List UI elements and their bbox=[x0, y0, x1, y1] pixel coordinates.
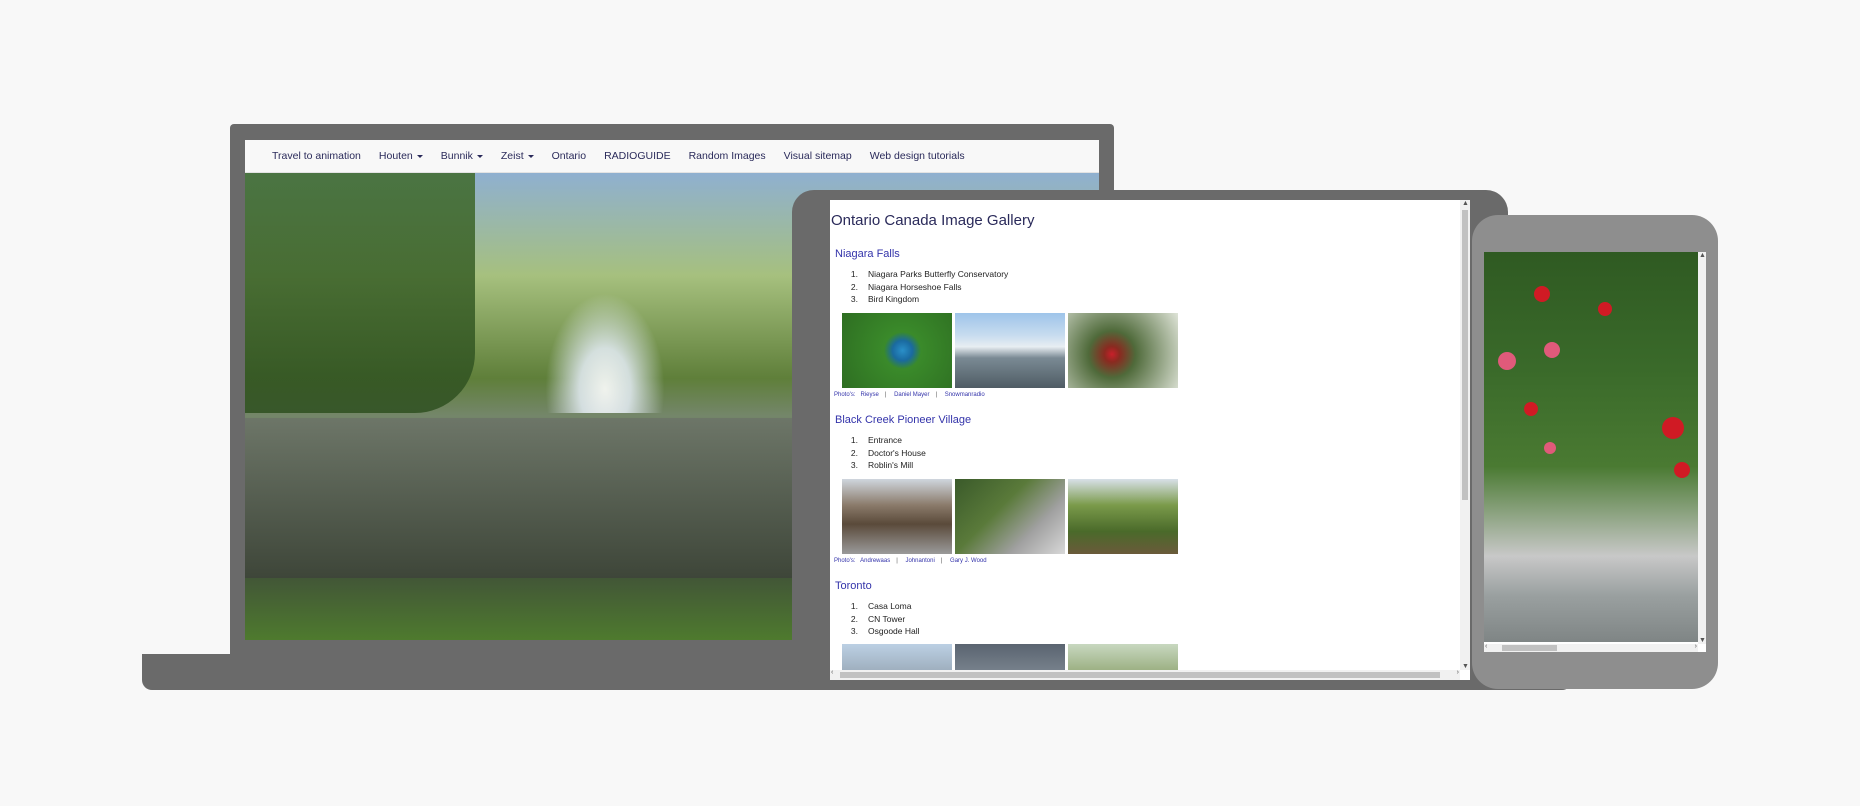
photo-credits: Photo's: Rieyse | Daniel Mayer | Snowmanra… bbox=[834, 392, 985, 398]
list-item: 3. Osgoode Hall bbox=[850, 626, 920, 636]
thumbnails-niagara bbox=[842, 313, 1178, 388]
thumbnail-horseshoe-falls[interactable] bbox=[955, 313, 1065, 388]
thumbnail-bird[interactable] bbox=[1068, 313, 1178, 388]
thumbnails-black-creek bbox=[842, 479, 1178, 554]
vertical-scrollbar[interactable]: ▲ ▼ bbox=[1698, 252, 1706, 644]
scroll-down-icon[interactable]: ▼ bbox=[1699, 637, 1706, 644]
list-item: 1. Niagara Parks Butterfly Conservatory bbox=[850, 269, 1009, 279]
nav-random-images[interactable]: Random Images bbox=[680, 150, 775, 162]
scroll-up-icon[interactable]: ▲ bbox=[1462, 200, 1469, 207]
navbar: Travel to animation Houten Bunnik Zeist … bbox=[245, 140, 1099, 173]
scroll-right-icon[interactable]: › bbox=[1695, 643, 1697, 650]
nav-ontario[interactable]: Ontario bbox=[543, 150, 595, 162]
list-toronto: 1. Casa Loma 2. CN Tower 3. Osgoode Hall bbox=[844, 600, 920, 638]
horizontal-scrollbar[interactable]: ‹ › bbox=[1484, 643, 1698, 652]
section-title-niagara-falls[interactable]: Niagara Falls bbox=[835, 248, 900, 260]
vertical-scrollbar[interactable]: ▲ ▼ bbox=[1460, 200, 1470, 670]
scroll-left-icon[interactable]: ‹ bbox=[831, 669, 833, 676]
phone-screen: ▲ ▼ ‹ › bbox=[1484, 252, 1706, 652]
fountain bbox=[545, 293, 665, 413]
credit-link[interactable]: Johnantoni bbox=[905, 558, 934, 564]
nav-web-design-tutorials[interactable]: Web design tutorials bbox=[861, 150, 974, 162]
caret-down-icon bbox=[476, 154, 483, 158]
thumbnail-entrance[interactable] bbox=[842, 479, 952, 554]
list-item: 3. Roblin's Mill bbox=[850, 460, 914, 470]
caret-down-icon bbox=[416, 154, 423, 158]
scroll-left-icon[interactable]: ‹ bbox=[1485, 643, 1487, 650]
nav-travel-to-animation[interactable]: Travel to animation bbox=[263, 150, 370, 162]
list-item: 2. CN Tower bbox=[850, 613, 906, 624]
tablet-screen: Ontario Canada Image Gallery Niagara Fal… bbox=[830, 200, 1470, 680]
scrollbar-thumb[interactable] bbox=[1462, 210, 1468, 500]
photo-credits: Photo's: Andrewaas | Johnantoni | Gary J. … bbox=[834, 558, 987, 564]
thumbnail-doctors-house[interactable] bbox=[955, 479, 1065, 554]
list-item: 1. Entrance bbox=[850, 435, 903, 445]
credit-link[interactable]: Andrewaas bbox=[860, 558, 890, 564]
thumbnail-butterfly[interactable] bbox=[842, 313, 952, 388]
scrollbar-thumb[interactable] bbox=[1502, 645, 1557, 651]
nav-bunnik-dropdown[interactable]: Bunnik bbox=[432, 150, 492, 162]
nav-radioguide[interactable]: RADIOGUIDE bbox=[595, 150, 680, 162]
scroll-down-icon[interactable]: ▼ bbox=[1462, 663, 1469, 670]
list-item: 1. Casa Loma bbox=[850, 601, 912, 611]
nav-houten-dropdown[interactable]: Houten bbox=[370, 150, 432, 162]
section-title-black-creek[interactable]: Black Creek Pioneer Village bbox=[835, 414, 971, 426]
list-black-creek: 1. Entrance 2. Doctor's House 3. Roblin's M… bbox=[844, 434, 926, 472]
list-item: 2. Doctor's House bbox=[850, 447, 926, 458]
scrollbar-thumb[interactable] bbox=[840, 672, 1440, 678]
credit-link[interactable]: Daniel Mayer bbox=[894, 392, 929, 398]
caret-down-icon bbox=[527, 154, 534, 158]
scroll-up-icon[interactable]: ▲ bbox=[1699, 252, 1706, 259]
nav-visual-sitemap[interactable]: Visual sitemap bbox=[775, 150, 861, 162]
hero-image-hanging-flowers bbox=[1484, 252, 1698, 642]
list-niagara-falls: 1. Niagara Parks Butterfly Conservatory 2… bbox=[844, 268, 1008, 306]
thumbnail-roblins-mill[interactable] bbox=[1068, 479, 1178, 554]
credit-link[interactable]: Rieyse bbox=[861, 392, 879, 398]
page-title: Ontario Canada Image Gallery bbox=[831, 212, 1035, 229]
section-title-toronto[interactable]: Toronto bbox=[835, 580, 872, 592]
nav-zeist-dropdown[interactable]: Zeist bbox=[492, 150, 543, 162]
credit-link[interactable]: Gary J. Wood bbox=[950, 558, 987, 564]
list-item: 3. Bird Kingdom bbox=[850, 294, 920, 304]
list-item: 2. Niagara Horseshoe Falls bbox=[850, 281, 962, 292]
scroll-right-icon[interactable]: › bbox=[1457, 669, 1459, 676]
credit-link[interactable]: Snowmanradio bbox=[945, 392, 985, 398]
horizontal-scrollbar[interactable]: ‹ › bbox=[830, 669, 1460, 680]
